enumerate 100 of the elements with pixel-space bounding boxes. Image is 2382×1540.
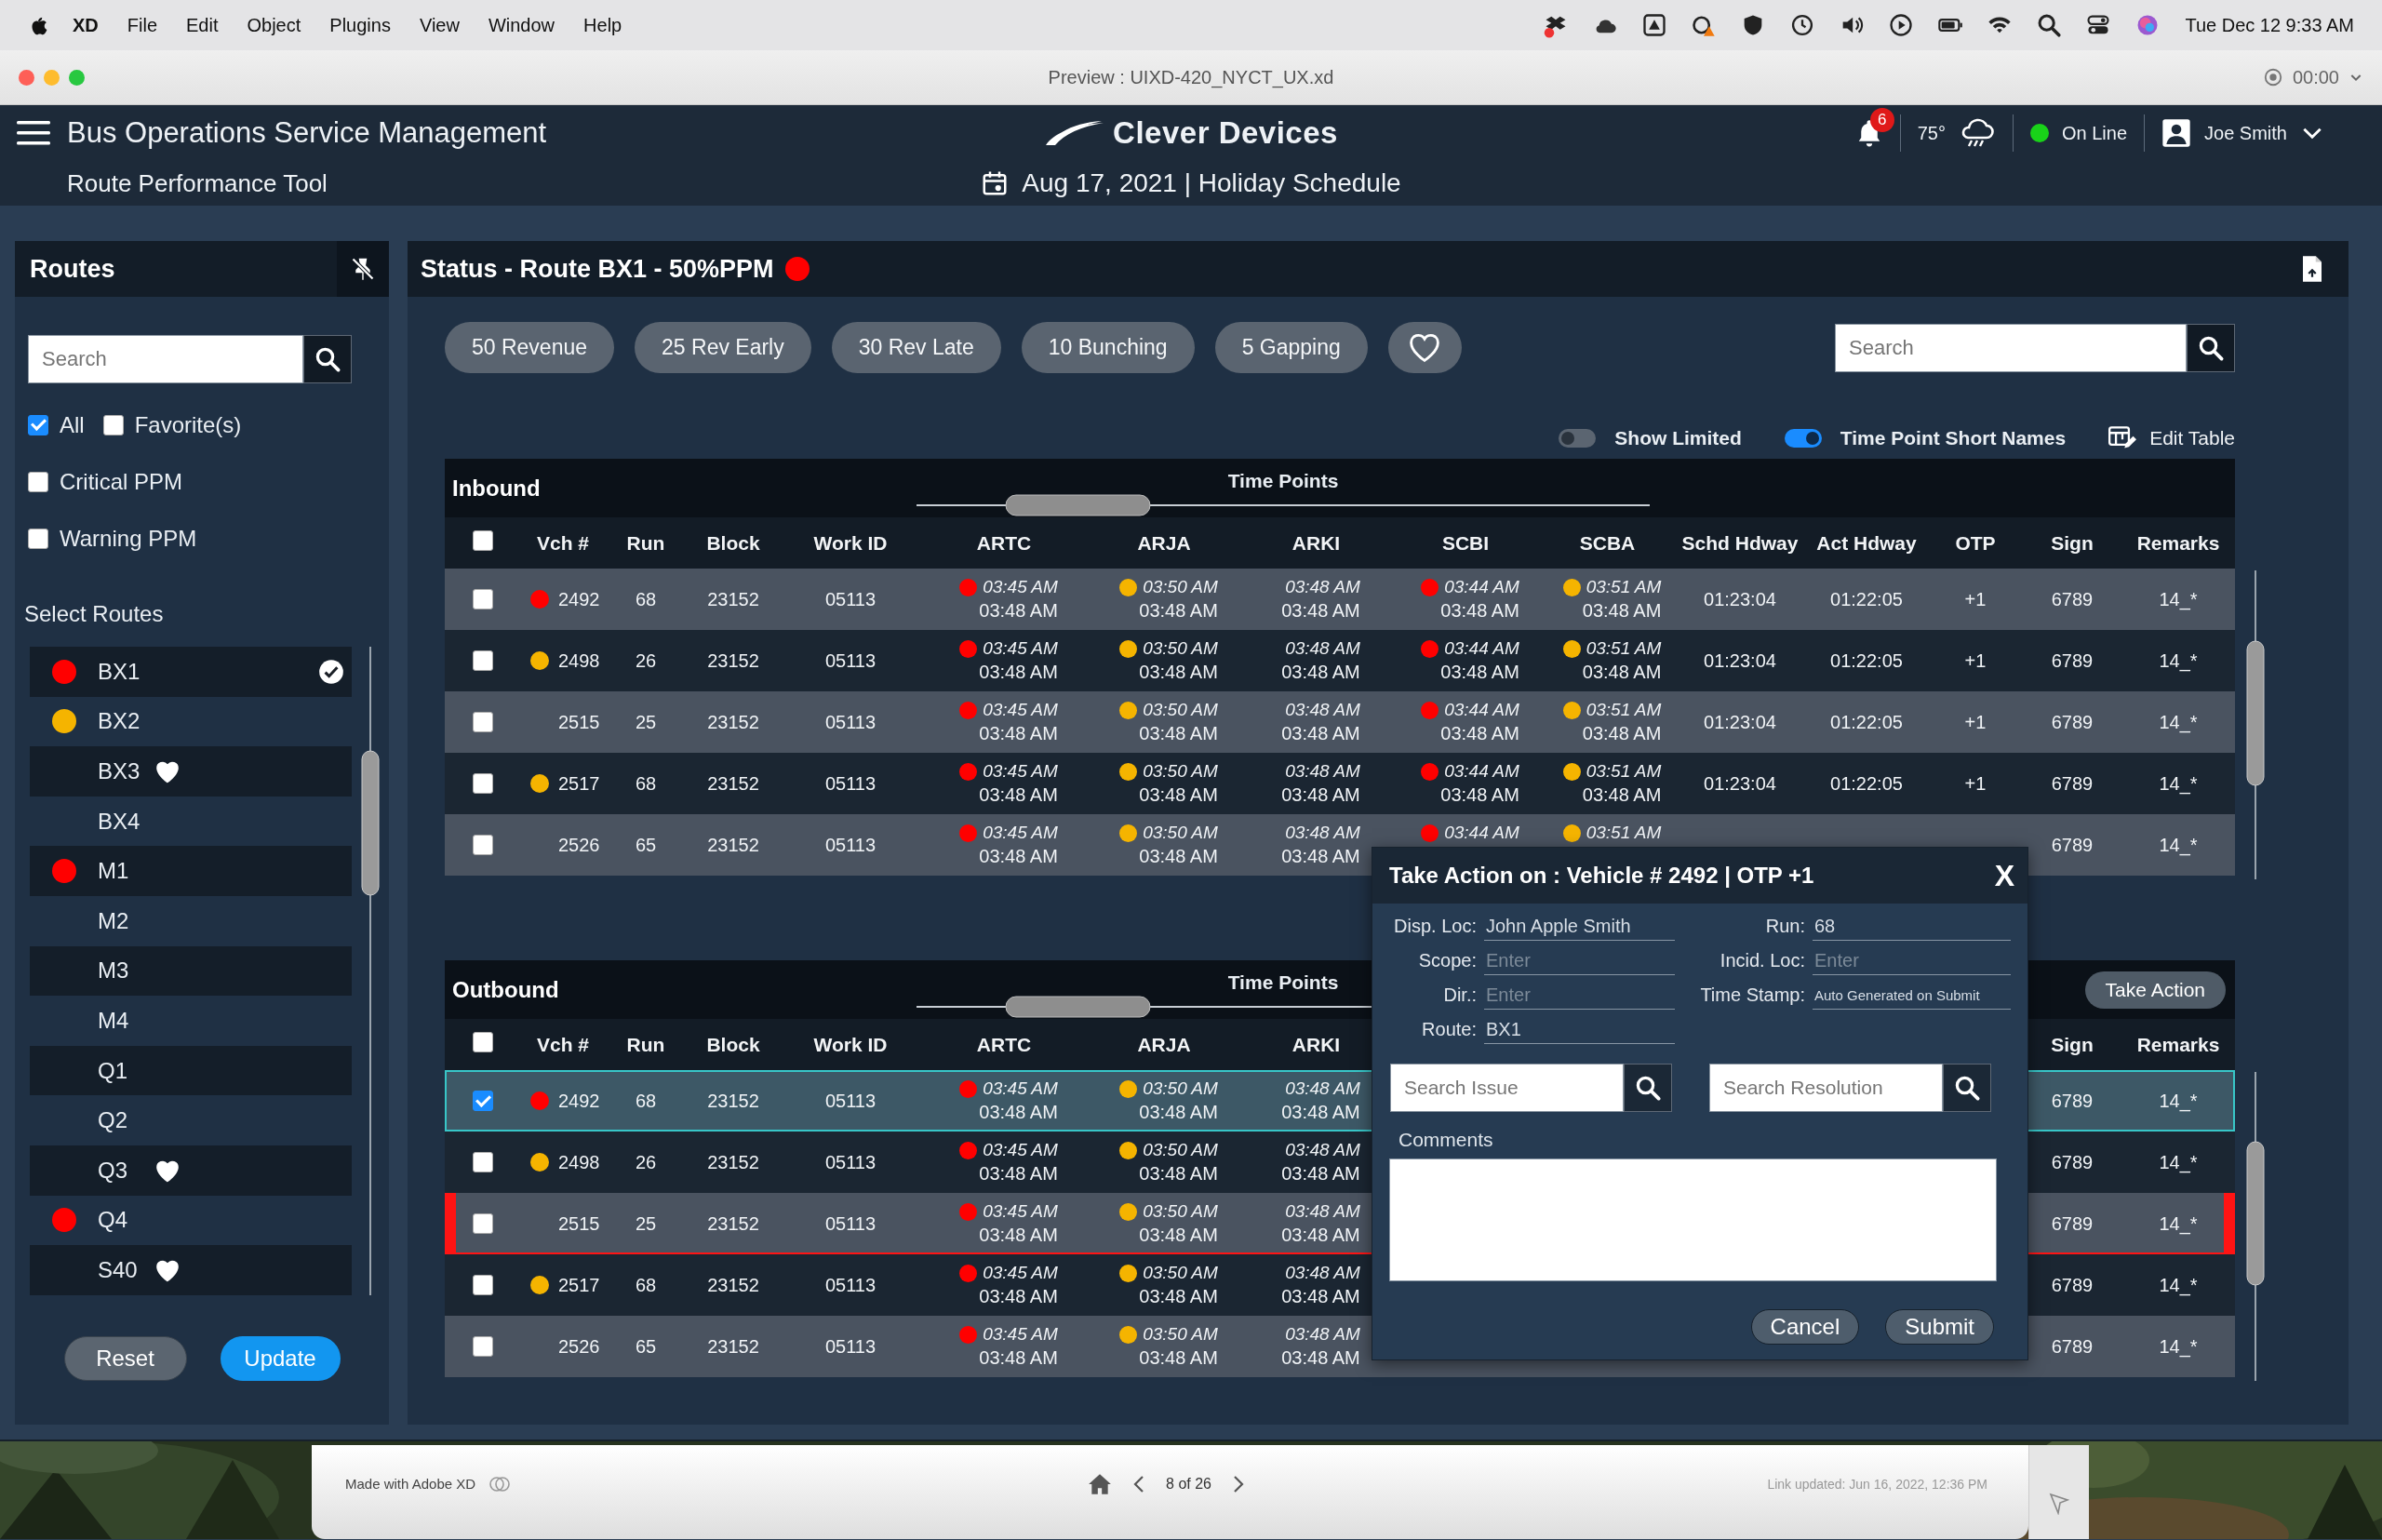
checkbox[interactable] [473,589,493,609]
checkbox[interactable] [473,1275,493,1295]
column-header[interactable]: Schd Hdway [1681,531,1799,555]
text-field[interactable]: Enter [1484,981,1675,1010]
text-field[interactable]: 68 [1813,912,2011,941]
comments-field[interactable] [1389,1158,1997,1281]
scrollbar[interactable] [361,647,380,1295]
search-button[interactable] [2187,323,2235,372]
menu-item[interactable]: Edit [186,14,219,36]
checkbox[interactable] [473,1091,493,1111]
column-header[interactable]: Sign [2051,531,2094,555]
route-item[interactable]: M2 [30,895,352,946]
toggle-switch[interactable] [1784,429,1822,448]
route-item[interactable]: M4 [30,996,352,1046]
column-header[interactable]: ARKI [1291,531,1341,555]
checkbox[interactable] [28,528,48,549]
column-header[interactable]: Sign [2051,1033,2094,1056]
column-header[interactable]: Act Hdway [1816,531,1917,555]
table-row[interactable]: 2517 68 23152 05113 01:23:04 01:22:05 +1 6789 14_* 03:45 AM 03:48 AM 03:50 AM 03:48 AM 03:48 AM 03:48 AM 03:44 AM 03:48 AM 03:51 AM 03:48 AM [445,753,2235,814]
play-icon[interactable] [1888,12,1915,38]
pin-button[interactable] [337,241,389,297]
column-header[interactable]: Remarks [2136,531,2220,555]
search-icon[interactable] [2036,12,2063,38]
menu-item[interactable]: View [419,14,460,36]
route-item[interactable]: BX4 [30,796,352,847]
table-row[interactable]: 2498 26 23152 05113 01:23:04 01:22:05 +1 6789 14_* 03:45 AM 03:48 AM 03:50 AM 03:48 AM 03:48 AM 03:48 AM 03:44 AM 03:48 AM 03:51 AM 03:48 AM [445,630,2235,691]
filter-chip[interactable]: 30 Rev Late [831,322,1001,373]
take-action-button[interactable]: Take Action [2084,971,2226,1009]
column-header[interactable]: SCBI [1441,531,1490,555]
route-item[interactable]: Q4 [30,1195,352,1246]
checkbox[interactable] [473,1336,493,1357]
menu-icon[interactable] [17,120,50,146]
search-field[interactable]: Search Resolution [1709,1064,1943,1112]
route-item[interactable]: M3 [30,945,352,997]
toggle-switch[interactable] [1559,429,1597,448]
text-field[interactable]: Enter [1813,946,2011,975]
column-header[interactable]: Block [706,1033,760,1056]
checkbox[interactable] [473,773,493,794]
route-item[interactable]: Q1 [30,1045,352,1096]
home-icon[interactable] [1088,1472,1113,1495]
route-item[interactable]: M1 [30,846,352,896]
text-field[interactable]: John Apple Smith [1484,912,1675,941]
column-header[interactable]: Vch # [537,1033,589,1056]
text-field[interactable]: BX1 [1484,1015,1675,1044]
checkbox[interactable] [473,1032,493,1052]
column-header[interactable]: Remarks [2136,1033,2220,1056]
scrollbar[interactable] [2246,1072,2265,1381]
menu-item[interactable]: Object [247,14,301,36]
filter-chip[interactable]: 5 Gapping [1214,322,1368,373]
column-header[interactable]: Work ID [813,531,888,555]
checkbox[interactable] [473,530,493,551]
table-row[interactable]: 2515 25 23152 05113 01:23:04 01:22:05 +1 6789 14_* 03:45 AM 03:48 AM 03:50 AM 03:48 AM 03:48 AM 03:48 AM 03:44 AM 03:48 AM 03:51 AM 03:48 AM [445,691,2235,753]
search-field[interactable]: Search Issue [1390,1064,1624,1112]
column-header[interactable]: ARTC [976,531,1032,555]
favorite-button[interactable] [1387,322,1462,373]
route-item[interactable]: BX3 [30,746,352,797]
column-header[interactable]: SCBA [1579,531,1636,555]
text-field[interactable]: Enter [1484,946,1675,975]
cancel-button[interactable]: Cancel [1750,1309,1860,1345]
checkbox[interactable] [473,1152,493,1172]
menu-item[interactable]: Window [488,14,555,36]
record-icon[interactable] [2262,67,2283,87]
column-header[interactable]: ARJA [1137,531,1191,555]
chevron-left-icon[interactable] [1132,1474,1146,1493]
reset-button[interactable]: Reset [63,1336,187,1381]
app-menu[interactable]: XD [73,14,99,36]
table-row[interactable]: 2492 68 23152 05113 01:23:04 01:22:05 +1 6789 14_* 03:45 AM 03:48 AM 03:50 AM 03:48 AM 03:48 AM 03:48 AM 03:44 AM 03:48 AM 03:51 AM 03:48 AM [445,569,2235,630]
route-item[interactable]: S40 [30,1245,352,1295]
filter-chip[interactable]: 50 Revenue [445,322,615,373]
search-button[interactable] [303,335,352,383]
route-item[interactable]: BX2 [30,696,352,747]
column-header[interactable]: Run [626,531,665,555]
chevron-right-icon[interactable] [1231,1474,1245,1493]
column-header[interactable]: ARTC [976,1033,1032,1056]
column-header[interactable]: Vch # [537,531,589,555]
column-header[interactable]: OTP [1955,531,1996,555]
route-item[interactable]: Q2 [30,1095,352,1145]
checkbox[interactable] [473,835,493,855]
column-header[interactable]: ARJA [1137,1033,1191,1056]
checkbox[interactable] [473,712,493,732]
menu-item[interactable]: File [127,14,158,36]
scrollbar[interactable] [917,493,1650,517]
document-icon[interactable] [2300,255,2324,283]
column-header[interactable]: ARKI [1291,1033,1341,1056]
close-window-button[interactable] [19,69,34,86]
menu-item[interactable]: Help [583,14,622,36]
search-field[interactable]: Search [28,335,303,383]
checkbox[interactable] [28,414,48,435]
scrollbar[interactable] [2246,570,2265,879]
route-item[interactable]: Q3 [30,1145,352,1196]
checkbox[interactable] [28,471,48,492]
search-button[interactable] [1943,1064,1991,1112]
checkbox[interactable] [473,650,493,671]
search-button[interactable] [1624,1064,1672,1112]
edit-table-button[interactable]: Edit Table [2108,425,2235,451]
column-header[interactable]: Run [626,1033,665,1056]
route-item[interactable]: BX1 [30,647,352,697]
menu-item[interactable]: Plugins [329,14,391,36]
search-field[interactable]: Search [1835,323,2187,372]
filter-chip[interactable]: 10 Bunching [1021,322,1195,373]
